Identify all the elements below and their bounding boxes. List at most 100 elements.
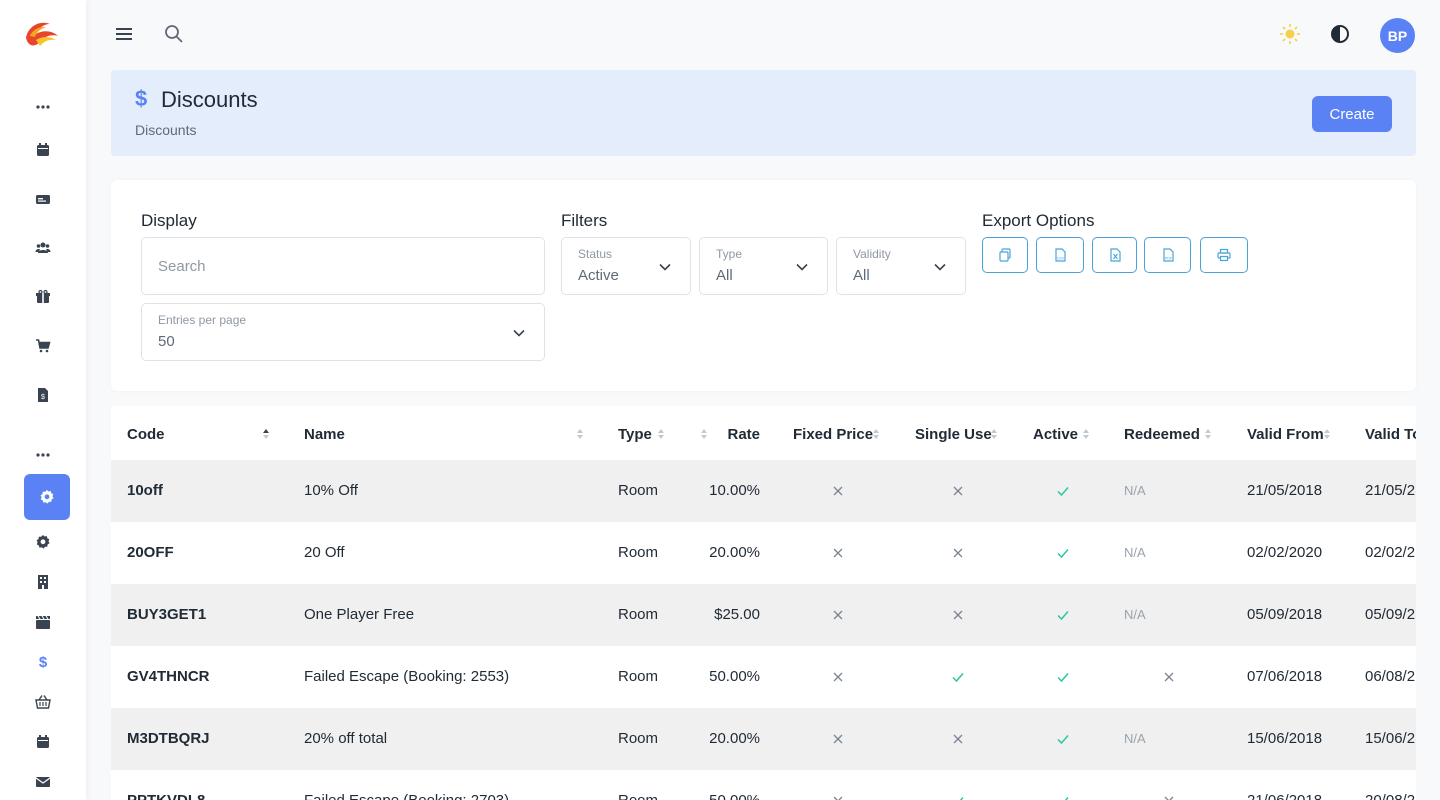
contrast-icon[interactable]	[1328, 22, 1352, 46]
cell-rate: 50.00%	[709, 770, 760, 800]
print-button[interactable]	[1200, 237, 1248, 273]
cross-icon	[1164, 796, 1174, 800]
table-row[interactable]: 10off 10% Off Room 10.00% 21/05/2018 21/05/2 N…	[111, 460, 1416, 522]
brand-logo[interactable]	[22, 18, 62, 52]
entries-label: Entries per page	[158, 313, 247, 327]
cross-icon	[833, 548, 843, 558]
csv-button[interactable]: CSV	[1036, 237, 1084, 273]
basket-icon[interactable]	[24, 687, 62, 717]
gift-icon[interactable]	[24, 282, 62, 312]
page-title: Discounts	[161, 87, 258, 112]
cell-rate: 20.00%	[709, 544, 760, 561]
status-value: Active	[578, 267, 619, 284]
cross-icon	[953, 548, 963, 558]
sun-icon[interactable]	[1278, 22, 1302, 46]
validity-select[interactable]: Validity All	[836, 237, 966, 295]
entries-per-page-select[interactable]: Entries per page 50	[141, 303, 545, 361]
create-button[interactable]: Create	[1312, 96, 1392, 132]
type-label: Type	[716, 247, 743, 261]
csv-icon: CSV	[1055, 248, 1066, 262]
user-avatar[interactable]: BP	[1380, 18, 1415, 53]
check-icon	[1057, 549, 1069, 559]
status-select[interactable]: Status Active	[561, 237, 691, 295]
dollar-icon[interactable]: $	[24, 647, 62, 677]
users-icon[interactable]	[24, 233, 62, 263]
cell-name: 20 Off	[304, 544, 345, 561]
calendar-icon[interactable]	[24, 135, 62, 165]
settings-icon[interactable]	[24, 474, 70, 520]
copy-icon	[999, 248, 1011, 262]
table-row[interactable]: GV4THNCR Failed Escape (Booking: 2553) Roo…	[111, 646, 1416, 708]
hamburger-menu-icon[interactable]	[112, 22, 136, 46]
invoice-icon[interactable]: $	[24, 380, 62, 410]
column-header-rate[interactable]: Rate	[727, 426, 760, 443]
cell-code: 10off	[127, 482, 163, 499]
table-row[interactable]: PPTKVDL8 Failed Escape (Booking: 2703) Roo…	[111, 770, 1416, 800]
cell-code: BUY3GET1	[127, 606, 207, 623]
avatar-initials: BP	[1387, 27, 1408, 44]
check-icon	[952, 673, 964, 683]
sort-icon[interactable]	[1323, 428, 1331, 440]
column-header-valid-to[interactable]: Valid To	[1365, 426, 1416, 443]
type-select[interactable]: Type All	[699, 237, 828, 295]
cart-icon[interactable]	[24, 331, 62, 361]
sort-icon[interactable]	[262, 428, 270, 440]
cross-icon	[833, 796, 843, 800]
discounts-table: Code Name Type Rate Fixed Price Single Use Act…	[111, 406, 1416, 800]
chevron-down-icon	[934, 263, 946, 271]
excel-button[interactable]	[1092, 237, 1137, 273]
cell-name: 10% Off	[304, 482, 358, 499]
sort-icon[interactable]	[1204, 428, 1212, 440]
cell-code: PPTKVDL8	[127, 770, 205, 800]
column-header-active[interactable]: Active	[1033, 426, 1078, 443]
column-header-redeemed[interactable]: Redeemed	[1124, 426, 1200, 443]
cell-from: 02/02/2020	[1247, 544, 1323, 561]
column-header-code[interactable]: Code	[127, 426, 165, 443]
sort-icon[interactable]	[576, 428, 584, 440]
column-header-type[interactable]: Type	[618, 426, 652, 443]
sort-icon[interactable]	[700, 428, 708, 440]
column-header-single-use[interactable]: Single Use	[915, 426, 992, 443]
page-header: $ Discounts Discounts Create	[111, 70, 1416, 156]
cell-redeemed: N/A	[1124, 731, 1146, 746]
cell-type: Room	[618, 544, 659, 561]
check-icon	[1057, 611, 1069, 621]
gear-icon[interactable]	[24, 527, 62, 557]
filters-label: Filters	[561, 211, 608, 230]
calendar-alt-icon[interactable]	[24, 727, 62, 757]
id-card-icon[interactable]	[24, 184, 62, 214]
sort-icon[interactable]	[1082, 428, 1090, 440]
cell-rate: $25.00	[714, 606, 760, 623]
more-icon[interactable]	[24, 445, 62, 465]
table-row[interactable]: BUY3GET1 One Player Free Room $25.00 05/09/2…	[111, 584, 1416, 646]
search-input[interactable]: Search	[141, 237, 545, 295]
sort-icon[interactable]	[990, 428, 998, 440]
cell-to: 06/08/2	[1365, 668, 1416, 685]
more-icon[interactable]	[24, 97, 62, 117]
breadcrumb[interactable]: Discounts	[135, 122, 196, 138]
copy-button[interactable]	[982, 237, 1028, 273]
sort-icon[interactable]	[657, 428, 665, 440]
column-header-name[interactable]: Name	[304, 426, 345, 443]
cell-type: Room	[618, 730, 659, 747]
clapperboard-icon[interactable]	[24, 607, 62, 637]
search-placeholder: Search	[158, 258, 206, 275]
cell-name: Failed Escape (Booking: 2703)	[304, 770, 509, 800]
column-header-fixed-price[interactable]: Fixed Price	[793, 426, 873, 443]
table-row[interactable]: 20OFF 20 Off Room 20.00% 02/02/2020 02/02/2 N/…	[111, 522, 1416, 584]
cell-from: 15/06/2018	[1247, 730, 1323, 747]
pdf-icon: PDF	[1162, 248, 1174, 262]
cell-type: Room	[618, 770, 658, 800]
sort-icon[interactable]	[872, 428, 880, 440]
filter-card: Display Search Entries per page 50 Filte…	[111, 180, 1416, 391]
search-icon[interactable]	[162, 22, 186, 46]
pdf-button[interactable]: PDF	[1144, 237, 1191, 273]
building-icon[interactable]	[24, 567, 62, 597]
cross-icon	[953, 486, 963, 496]
check-icon	[959, 797, 964, 800]
table-row[interactable]: M3DTBQRJ 20% off total Room 20.00% 15/06/201…	[111, 708, 1416, 770]
column-header-valid-from[interactable]: Valid From	[1247, 426, 1324, 443]
cell-name: One Player Free	[304, 606, 415, 623]
cross-icon	[833, 610, 843, 620]
envelope-icon[interactable]	[24, 767, 62, 797]
